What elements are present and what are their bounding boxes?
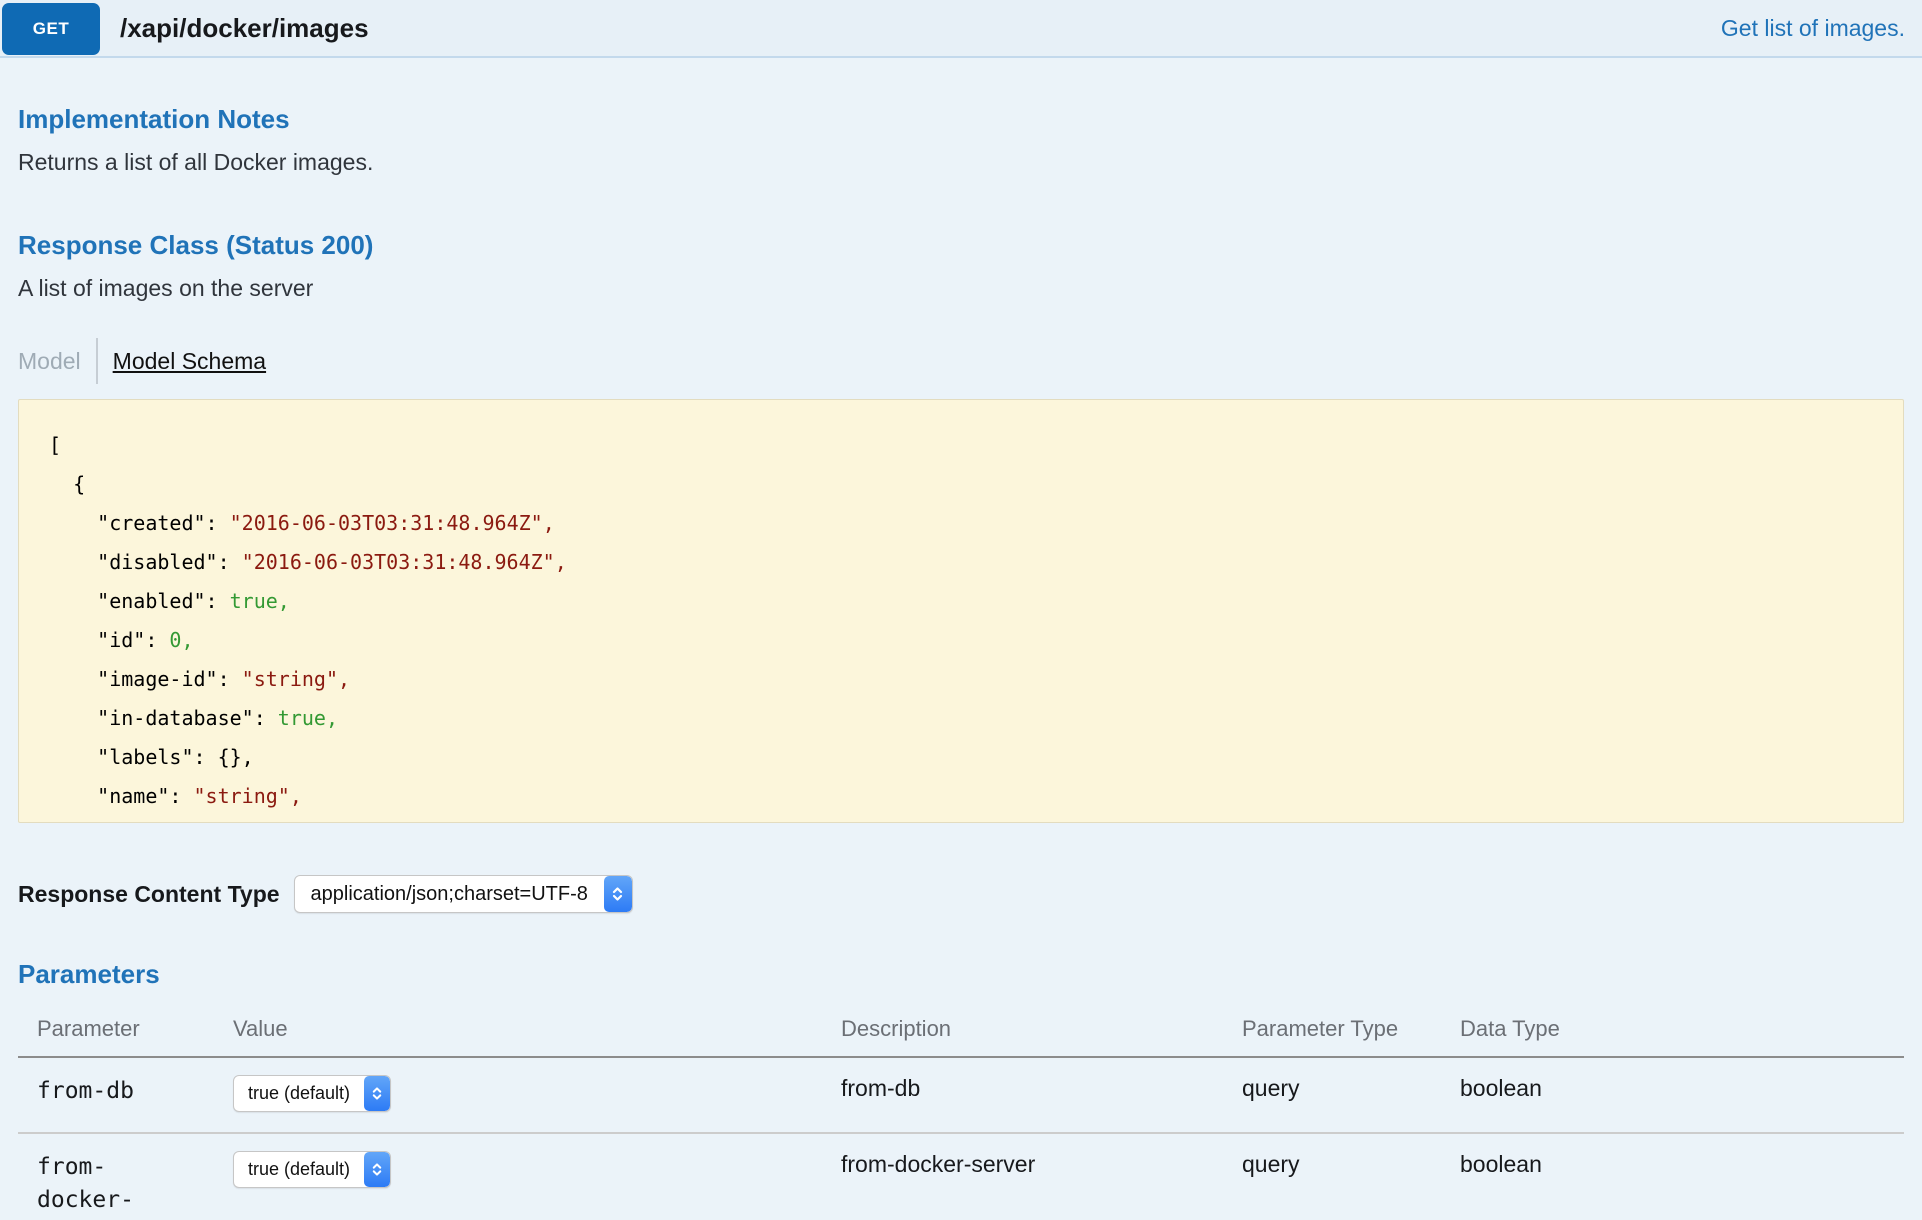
tab-model[interactable]: Model [18,348,81,375]
response-content-type-label: Response Content Type [18,881,280,908]
operation-content: Implementation Notes Returns a list of a… [0,104,1922,1220]
response-class-text: A list of images on the server [18,275,1904,302]
response-class-heading: Response Class (Status 200) [18,230,1904,261]
implementation-notes-heading: Implementation Notes [18,104,1904,135]
parameter-type: query [1242,1057,1460,1133]
parameter-description: from-db [841,1057,1242,1133]
parameter-name: from-docker-server [18,1133,233,1220]
parameter-value-select-from-db[interactable]: true (default) [233,1075,391,1112]
tab-separator [96,338,98,384]
column-header-parameter: Parameter [18,1004,233,1057]
parameter-row-from-db: from-db true (default) from-db query [18,1057,1904,1133]
select-stepper-icon [364,1152,390,1187]
response-content-type-value: application/json;charset=UTF-8 [295,876,604,912]
column-header-value: Value [233,1004,841,1057]
parameter-name: from-db [18,1057,233,1133]
response-content-type-row: Response Content Type application/json;c… [18,875,1904,913]
parameter-row-from-docker-server: from-docker-server true (default) from-d… [18,1133,1904,1220]
parameter-type: query [1242,1133,1460,1220]
column-header-parameter-type: Parameter Type [1242,1004,1460,1057]
get-method-button[interactable]: GET [2,3,100,55]
parameters-table: Parameter Value Description Parameter Ty… [18,1004,1904,1220]
operation-header: GET /xapi/docker/images Get list of imag… [0,0,1922,58]
model-tabs: Model Model Schema [18,338,1904,384]
parameter-data-type: boolean [1460,1133,1904,1220]
operation-summary-link[interactable]: Get list of images. [1721,15,1905,42]
parameter-value: true (default) [234,1076,364,1111]
tab-model-schema[interactable]: Model Schema [113,348,266,375]
response-content-type-select[interactable]: application/json;charset=UTF-8 [294,875,633,913]
endpoint-path-link[interactable]: /xapi/docker/images [120,13,369,44]
implementation-notes-text: Returns a list of all Docker images. [18,149,1904,176]
parameters-heading: Parameters [18,959,1904,990]
parameters-header-row: Parameter Value Description Parameter Ty… [18,1004,1904,1057]
model-schema-code: [ { "created": "2016-06-03T03:31:48.964Z… [18,399,1904,823]
column-header-description: Description [841,1004,1242,1057]
select-stepper-icon [364,1076,390,1111]
parameter-value-select-from-docker-server[interactable]: true (default) [233,1151,391,1188]
parameter-description: from-docker-server [841,1133,1242,1220]
select-stepper-icon [604,876,632,912]
parameter-data-type: boolean [1460,1057,1904,1133]
column-header-data-type: Data Type [1460,1004,1904,1057]
parameter-value: true (default) [234,1152,364,1187]
